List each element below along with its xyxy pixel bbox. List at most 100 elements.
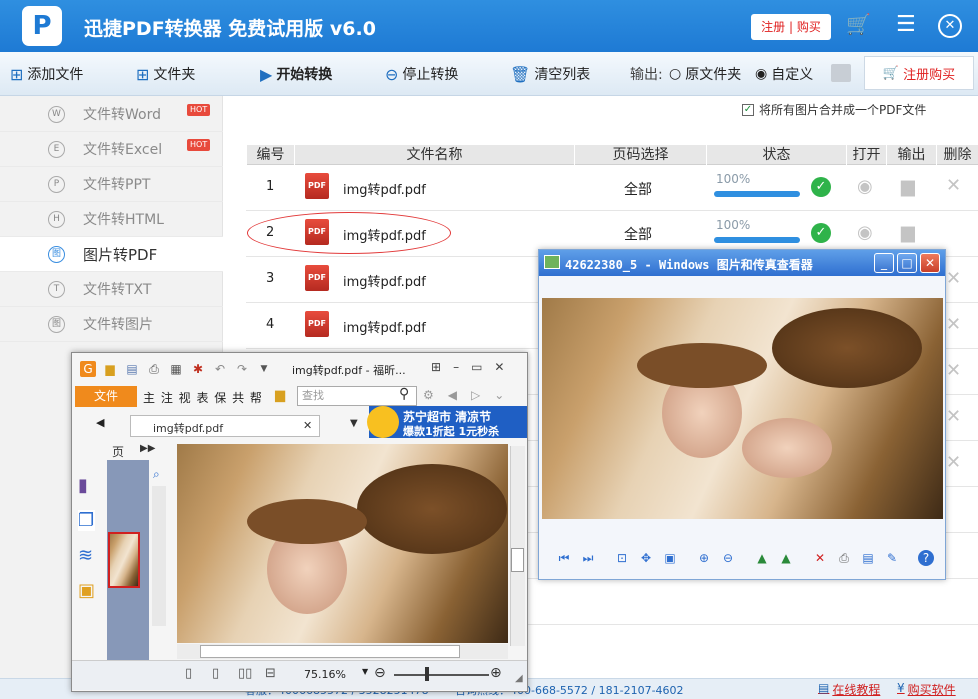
bookmark-icon[interactable]: ▮: [78, 475, 95, 496]
back-icon[interactable]: ◀: [448, 388, 457, 402]
continuous-facing-icon[interactable]: ⊟: [265, 666, 276, 681]
horizontal-scroll-thumb[interactable]: [200, 645, 460, 658]
sidebar-item-ppt[interactable]: P 文件转PPT: [0, 167, 223, 202]
print-icon[interactable]: ⎙: [836, 550, 852, 566]
rotate-counterclockwise-icon[interactable]: ▲: [778, 550, 794, 566]
slideshow-icon[interactable]: ▣: [662, 550, 678, 566]
browse-folder-icon[interactable]: [831, 64, 851, 82]
zoom-slider-handle[interactable]: [425, 667, 429, 681]
foxit-document-tab[interactable]: img转pdf.pdf ✕: [130, 415, 320, 437]
page-selection[interactable]: 全部: [624, 224, 652, 244]
save-icon[interactable]: ▤: [860, 550, 876, 566]
settings-icon[interactable]: ⚙: [423, 388, 434, 402]
close-button[interactable]: ✕: [494, 360, 504, 374]
open-icon[interactable]: ▆: [102, 361, 118, 377]
print-icon[interactable]: ⎙: [146, 361, 162, 377]
sidebar-item-txt[interactable]: T 文件转TXT: [0, 272, 223, 307]
tab-dropdown-icon[interactable]: ▼: [350, 418, 358, 429]
eye-icon[interactable]: ◉: [857, 222, 873, 243]
undo-icon[interactable]: ↶: [212, 361, 228, 377]
minimize-button[interactable]: –: [453, 360, 459, 374]
pages-icon[interactable]: ❐: [78, 510, 96, 531]
previous-icon[interactable]: ⏮: [556, 550, 572, 566]
advertisement-banner[interactable]: 苏宁超市 清凉节 爆款1折起 1元秒杀: [367, 406, 527, 438]
zoom-in-icon[interactable]: ⊕: [696, 550, 712, 566]
start-convert-button[interactable]: ▶ 开始转换: [260, 62, 332, 86]
output-original-radio[interactable]: ○ 原文件夹: [669, 62, 741, 86]
cart-icon[interactable]: 🛒: [846, 12, 871, 36]
zoom-out-icon[interactable]: ⊖: [720, 550, 736, 566]
help-icon[interactable]: ?: [918, 550, 934, 566]
delete-icon[interactable]: ✕: [946, 452, 961, 473]
rotate-clockwise-icon[interactable]: ▲: [754, 550, 770, 566]
delete-icon[interactable]: ✕: [946, 314, 961, 335]
foxit-file-menu[interactable]: 文件: [75, 386, 137, 407]
vertical-scroll-thumb[interactable]: [511, 548, 524, 572]
maximize-button[interactable]: □: [897, 253, 917, 273]
folder-open-icon[interactable]: ▆: [901, 176, 915, 197]
tab-scroll-left-icon[interactable]: ◀: [96, 416, 104, 429]
chevron-down-icon[interactable]: ⌄: [494, 388, 504, 402]
add-folder-button[interactable]: ⊞ 文件夹: [136, 62, 195, 86]
clear-list-button[interactable]: 🗑 清空列表: [510, 62, 590, 86]
zoom-out-icon[interactable]: ⊖: [374, 665, 386, 681]
search-icon[interactable]: ⚲: [399, 386, 409, 402]
zoom-slider-track[interactable]: [394, 674, 489, 676]
close-tab-icon[interactable]: ✕: [303, 419, 312, 432]
layers-icon[interactable]: ≋: [78, 545, 95, 566]
best-fit-icon[interactable]: ⊡: [614, 550, 630, 566]
foxit-menu-bar[interactable]: 主 注 视 表 保 共 帮: [143, 389, 263, 406]
restore-button[interactable]: ▭: [471, 360, 482, 374]
close-button[interactable]: ✕: [920, 253, 940, 273]
continuous-page-icon[interactable]: ▯: [212, 666, 219, 681]
sidebar-item-to-image[interactable]: 图文件转图片: [0, 307, 223, 342]
redo-icon[interactable]: ↷: [234, 361, 250, 377]
sidebar-item-image-to-pdf[interactable]: 图图片转PDF: [0, 237, 223, 272]
delete-icon[interactable]: ✕: [946, 268, 961, 289]
comments-icon[interactable]: ▣: [78, 580, 95, 601]
facing-page-icon[interactable]: ▯▯: [238, 666, 252, 681]
zoom-in-icon[interactable]: ⊕: [490, 665, 502, 681]
sidebar-item-html[interactable]: H 文件转HTML: [0, 202, 223, 237]
page-thumbnail[interactable]: [108, 532, 140, 588]
thumbnail-scrollbar[interactable]: [152, 486, 166, 626]
edit-icon[interactable]: ✎: [884, 550, 900, 566]
eye-icon[interactable]: ◉: [857, 176, 873, 197]
output-custom-radio[interactable]: ◉ 自定义: [755, 62, 813, 86]
delete-icon[interactable]: ✕: [946, 175, 961, 196]
dropdown-icon[interactable]: ▼: [256, 361, 272, 377]
buy-software-link[interactable]: ¥ 购买软件: [897, 681, 956, 698]
scan-icon[interactable]: ▦: [168, 361, 184, 377]
stamp-icon[interactable]: ✱: [190, 361, 206, 377]
actual-size-icon[interactable]: ✥: [638, 550, 654, 566]
next-icon[interactable]: ⏭: [580, 550, 596, 566]
merge-images-checkbox[interactable]: ✓ 将所有图片合并成一个PDF文件: [742, 101, 926, 118]
sidebar-item-word[interactable]: W 文件转Word HOT: [0, 97, 223, 132]
panel-expand-icon[interactable]: ▶▶: [140, 443, 155, 454]
sidebar-item-excel[interactable]: E 文件转Excel HOT: [0, 132, 223, 167]
register-buy-button[interactable]: 注册 | 购买: [751, 14, 831, 40]
layout-icon[interactable]: ⊞: [431, 360, 441, 374]
resize-grip-icon[interactable]: ◢: [515, 673, 523, 684]
forward-icon[interactable]: ▷: [471, 388, 480, 402]
register-buy-toolbar-button[interactable]: 🛒 注册购买: [864, 56, 974, 90]
single-page-icon[interactable]: ▯: [185, 666, 192, 681]
zoom-level[interactable]: 75.16%: [304, 668, 346, 681]
zoom-dropdown-icon[interactable]: ▼: [362, 667, 368, 676]
find-folder-icon[interactable]: ▆: [275, 388, 285, 403]
pdf-page-view[interactable]: [177, 444, 508, 643]
stop-convert-button[interactable]: ⊖ 停止转换: [385, 62, 458, 86]
page-selection[interactable]: 全部: [624, 179, 652, 199]
menu-icon[interactable]: ☰: [896, 12, 916, 37]
minimize-button[interactable]: _: [874, 253, 894, 273]
folder-open-icon[interactable]: ▆: [901, 222, 915, 243]
tutorial-link[interactable]: ▤ 在线教程: [818, 681, 880, 698]
save-icon[interactable]: ▤: [124, 361, 140, 377]
document-vertical-scrollbar[interactable]: [510, 446, 525, 646]
add-file-button[interactable]: ⊞ 添加文件: [10, 62, 83, 86]
delete-icon[interactable]: ✕: [946, 406, 961, 427]
delete-icon[interactable]: ✕: [812, 550, 828, 566]
close-icon[interactable]: ✕: [938, 14, 962, 38]
delete-icon[interactable]: ✕: [946, 360, 961, 381]
zoom-thumbnail-out-icon[interactable]: ⌕: [153, 467, 160, 482]
